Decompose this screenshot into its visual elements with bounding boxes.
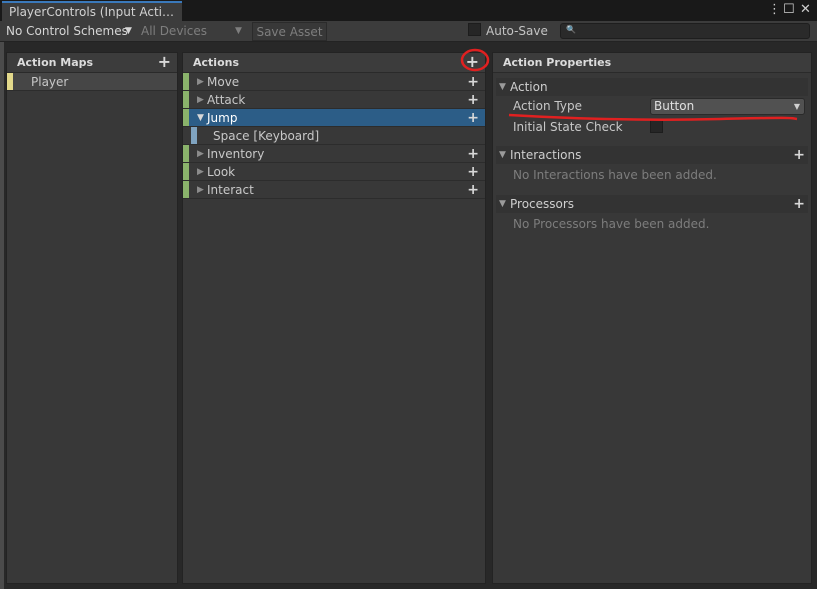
add-action-icon[interactable]: + <box>466 54 479 70</box>
binding-row[interactable]: Space [Keyboard] <box>183 127 485 145</box>
properties-header: Action Properties <box>493 53 811 73</box>
action-row-look[interactable]: ▶ Look + <box>183 163 485 181</box>
action-color-bar <box>183 109 189 126</box>
action-type-value: Button <box>654 99 695 113</box>
binding-label: Space [Keyboard] <box>213 129 320 143</box>
expand-arrow-icon[interactable]: ▶ <box>197 181 204 199</box>
processors-title: Processors <box>510 197 575 211</box>
action-map-label: Player <box>31 75 69 89</box>
auto-save-checkbox[interactable] <box>468 23 481 36</box>
action-section-header[interactable]: ▼ Action <box>496 78 808 96</box>
action-maps-header: Action Maps + <box>7 53 177 73</box>
actions-title: Actions <box>193 56 239 69</box>
action-row-attack[interactable]: ▶ Attack + <box>183 91 485 109</box>
expand-arrow-icon[interactable]: ▶ <box>197 163 204 181</box>
chevron-down-icon: ▼ <box>793 102 800 111</box>
toolbar: No Control Schemes ▼ All Devices ▼ Save … <box>0 21 817 42</box>
interactions-section-header[interactable]: ▼ Interactions + <box>496 146 808 164</box>
action-row-jump[interactable]: ▼ Jump + <box>183 109 485 127</box>
interactions-empty-message: No Interactions have been added. <box>513 168 717 182</box>
action-maps-title: Action Maps <box>17 56 94 69</box>
action-label: Inventory <box>207 147 265 161</box>
add-action-map-icon[interactable]: + <box>158 54 171 70</box>
add-binding-icon[interactable]: + <box>467 181 479 199</box>
action-maps-panel: Action Maps + Player <box>6 52 178 584</box>
action-color-bar <box>183 181 189 198</box>
action-label: Look <box>207 165 236 179</box>
window-edge <box>0 42 4 589</box>
search-input[interactable]: 🔍 <box>560 23 810 39</box>
control-schemes-label: No Control Schemes <box>6 24 128 38</box>
action-row-move[interactable]: ▶ Move + <box>183 73 485 91</box>
initial-state-check-label: Initial State Check <box>513 120 623 134</box>
processors-empty-message: No Processors have been added. <box>513 217 710 231</box>
action-color-bar <box>183 145 189 162</box>
expand-arrow-icon[interactable]: ▶ <box>197 91 204 109</box>
action-map-item[interactable]: Player <box>7 73 177 91</box>
add-binding-icon[interactable]: + <box>467 163 479 181</box>
properties-title: Action Properties <box>503 56 612 69</box>
actions-header: Actions + <box>183 53 485 73</box>
add-binding-icon[interactable]: + <box>467 109 479 127</box>
action-type-label: Action Type <box>513 99 582 113</box>
action-color-bar <box>183 163 189 180</box>
action-row-interact[interactable]: ▶ Interact + <box>183 181 485 199</box>
chevron-down-icon: ▼ <box>235 26 242 36</box>
add-binding-icon[interactable]: + <box>467 145 479 163</box>
initial-state-check-checkbox[interactable] <box>650 120 663 133</box>
search-icon: 🔍 <box>566 25 576 34</box>
title-bar: PlayerControls (Input Acti… ⋮ ☐ ✕ <box>0 0 817 21</box>
add-binding-icon[interactable]: + <box>467 91 479 109</box>
interactions-title: Interactions <box>510 148 582 162</box>
action-map-color-bar <box>7 73 13 90</box>
action-label: Interact <box>207 183 254 197</box>
control-schemes-dropdown[interactable]: No Control Schemes ▼ <box>6 22 136 41</box>
collapse-arrow-icon[interactable]: ▼ <box>197 109 204 127</box>
add-processor-icon[interactable]: + <box>793 195 805 213</box>
processors-section-header[interactable]: ▼ Processors + <box>496 195 808 213</box>
action-label: Jump <box>207 111 238 125</box>
collapse-arrow-icon: ▼ <box>499 199 506 209</box>
window-tab[interactable]: PlayerControls (Input Acti… <box>2 1 182 21</box>
devices-label: All Devices <box>141 24 207 38</box>
action-type-dropdown[interactable]: Button ▼ <box>650 98 805 115</box>
action-color-bar <box>183 91 189 108</box>
save-asset-button[interactable]: Save Asset <box>252 22 327 41</box>
action-properties-panel: Action Properties ▼ Action Action Type B… <box>492 52 812 584</box>
collapse-arrow-icon: ▼ <box>499 150 506 160</box>
collapse-arrow-icon: ▼ <box>499 82 506 92</box>
menu-icon[interactable]: ⋮ <box>768 2 781 18</box>
expand-arrow-icon[interactable]: ▶ <box>197 73 204 91</box>
chevron-down-icon: ▼ <box>125 26 132 36</box>
add-binding-icon[interactable]: + <box>467 73 479 91</box>
add-interaction-icon[interactable]: + <box>793 146 805 164</box>
devices-dropdown[interactable]: All Devices ▼ <box>141 22 246 41</box>
expand-arrow-icon[interactable]: ▶ <box>197 145 204 163</box>
action-section-title: Action <box>510 80 548 94</box>
actions-panel: Actions + ▶ Move + ▶ Attack + ▼ Jump + S… <box>182 52 486 584</box>
action-row-inventory[interactable]: ▶ Inventory + <box>183 145 485 163</box>
maximize-icon[interactable]: ☐ <box>783 2 795 18</box>
action-color-bar <box>183 73 189 90</box>
binding-color-bar <box>191 127 197 144</box>
close-icon[interactable]: ✕ <box>800 2 811 18</box>
action-label: Move <box>207 75 240 89</box>
auto-save-label: Auto-Save <box>486 24 548 38</box>
action-label: Attack <box>207 93 246 107</box>
